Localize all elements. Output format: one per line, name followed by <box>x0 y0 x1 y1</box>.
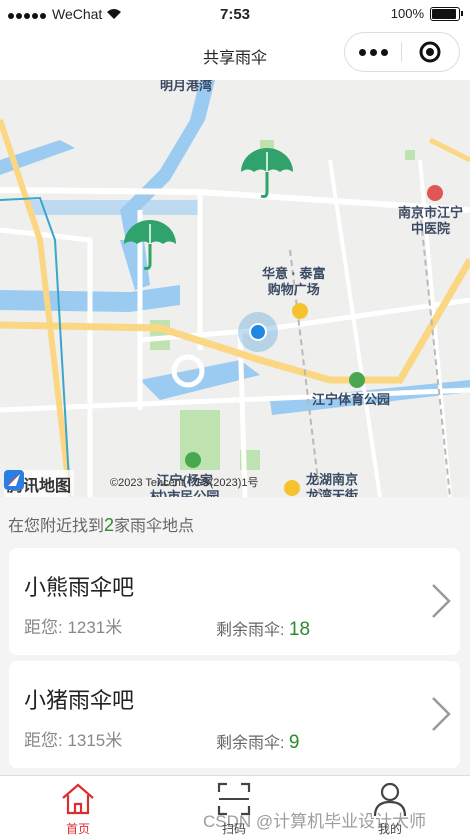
close-miniprogram-button[interactable] <box>402 41 458 63</box>
remaining-label: 剩余雨伞: <box>216 735 285 752</box>
found-suffix: 家雨伞地点 <box>114 518 195 535</box>
found-count: 2 <box>104 515 115 535</box>
remaining-count: 18 <box>288 619 311 640</box>
umbrella-remaining: 剩余雨伞: 18 <box>216 616 310 641</box>
location-card[interactable]: 小猪雨伞吧 距您: 1315米 剩余雨伞: 9 <box>9 661 460 768</box>
found-prefix: 在您附近找到 <box>8 518 105 535</box>
battery-status: 100% <box>390 6 463 21</box>
map-label-longhu: 龙湖南京 龙湾天街 <box>306 472 359 497</box>
location-distance: 距您: 1315米 <box>24 731 123 750</box>
my-location-marker <box>249 323 267 341</box>
map-label-mall: 华意 · 泰富 购物广场 <box>262 266 326 297</box>
battery-percent: 100% <box>390 6 424 21</box>
remaining-count: 9 <box>288 732 300 753</box>
umbrella-marker-2[interactable] <box>122 216 178 272</box>
chevron-right-icon <box>432 697 451 731</box>
status-bar: WeChat 7:53 100% <box>0 0 470 30</box>
umbrella-marker-1[interactable] <box>239 144 295 200</box>
map-label-mingyue: 明月港湾 <box>160 80 213 93</box>
home-icon <box>62 783 94 815</box>
map-label-park: 江宁体育公园 <box>312 392 391 407</box>
target-icon <box>419 41 441 63</box>
found-summary: 在您附近找到2家雨伞地点 <box>8 512 194 536</box>
map-canvas <box>0 80 470 497</box>
tencent-map-icon <box>4 470 24 490</box>
location-name: 小熊雨伞吧 <box>24 575 135 600</box>
more-options-button[interactable] <box>345 48 401 56</box>
remaining-label: 剩余雨伞: <box>216 622 285 639</box>
battery-icon <box>430 6 463 21</box>
location-distance: 距您: 1231米 <box>24 618 123 637</box>
mini-program-capsule <box>344 32 460 72</box>
csdn-watermark: CSDN @计算机毕业设计大师 <box>203 812 427 831</box>
umbrella-remaining: 剩余雨伞: 9 <box>216 729 299 754</box>
map-label-hospital: 南京市江宁 中医院 <box>398 205 464 236</box>
tencent-map-logo: 腾讯地图 <box>4 470 75 497</box>
map-view[interactable]: 明月港湾 南京市江宁 中医院 华意 · 泰富 购物广场 江宁体育公园 江宁(杨家… <box>0 80 470 497</box>
tab-home-label: 首页 <box>65 822 90 836</box>
tab-home[interactable]: 首页 <box>28 776 128 838</box>
navigation-bar: 共享雨伞 <box>0 30 470 80</box>
chevron-right-icon <box>432 584 451 618</box>
location-card[interactable]: 小熊雨伞吧 距您: 1231米 剩余雨伞: 18 <box>9 548 460 655</box>
map-copyright: ©2023 Tencent - GS(2023)1号 <box>110 477 259 489</box>
location-name: 小猪雨伞吧 <box>24 688 135 713</box>
